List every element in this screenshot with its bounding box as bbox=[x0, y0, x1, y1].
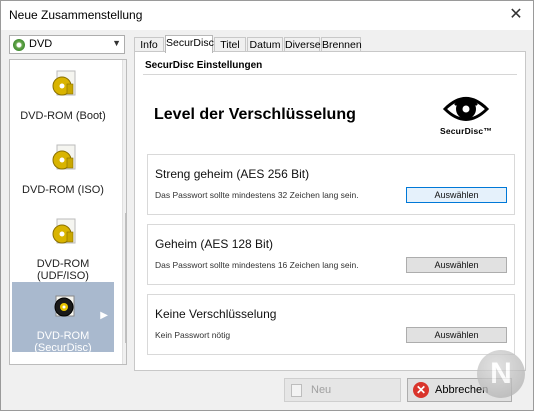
securdisc-logo-text: SecurDisc™ bbox=[439, 126, 493, 136]
disc-icon bbox=[13, 39, 25, 51]
disc-type-value: DVD bbox=[29, 38, 53, 50]
select-button-aes256[interactable]: Auswählen bbox=[406, 187, 507, 203]
project-type-list[interactable]: DVD-ROM (Boot) DVD-ROM (ISO) DVD-ROM (UD… bbox=[9, 59, 127, 365]
option-title: Keine Verschlüsselung bbox=[155, 307, 277, 321]
securdisc-panel: SecurDisc Einstellungen Level der Versch… bbox=[134, 51, 526, 371]
scroll-thumb[interactable] bbox=[125, 213, 126, 343]
list-item-dvd-rom-boot[interactable]: DVD-ROM (Boot) bbox=[12, 68, 114, 138]
divider bbox=[143, 74, 517, 75]
tab-info[interactable]: Info bbox=[134, 37, 164, 52]
scroll-down-icon[interactable]: ▼ bbox=[123, 350, 127, 364]
list-scrollbar[interactable]: ▲ ▼ bbox=[122, 60, 127, 364]
title-bar: Neue Zusammenstellung ✕ bbox=[1, 1, 533, 30]
panel-header: SecurDisc Einstellungen bbox=[145, 60, 263, 71]
list-item-dvd-rom-iso[interactable]: DVD-ROM (ISO) bbox=[12, 142, 114, 212]
list-item-label: DVD-ROM (ISO) bbox=[22, 184, 104, 196]
option-description: Das Passwort sollte mindestens 16 Zeiche… bbox=[155, 260, 359, 270]
window-title: Neue Zusammenstellung bbox=[9, 8, 143, 22]
tab-datum[interactable]: Datum bbox=[247, 37, 283, 52]
dialog-window: Neue Zusammenstellung ✕ DVD ▼ DVD-ROM (B… bbox=[0, 0, 534, 411]
cancel-icon: ✕ bbox=[413, 382, 429, 398]
option-streng-geheim: Streng geheim (AES 256 Bit) Das Passwort… bbox=[147, 154, 515, 215]
option-title: Streng geheim (AES 256 Bit) bbox=[155, 167, 310, 181]
chevron-down-icon: ▼ bbox=[112, 38, 121, 48]
tab-brennen[interactable]: Brennen bbox=[321, 37, 362, 52]
brand-watermark-icon: N bbox=[477, 350, 525, 398]
dvd-iso-icon bbox=[52, 144, 76, 170]
tab-diverse[interactable]: Diverse bbox=[284, 37, 321, 52]
select-button-none[interactable]: Auswählen bbox=[406, 327, 507, 343]
tab-securdisc[interactable]: SecurDisc bbox=[165, 35, 214, 53]
page-title: Level der Verschlüsselung bbox=[154, 106, 356, 123]
disc-type-select[interactable]: DVD ▼ bbox=[9, 35, 125, 54]
list-item-label: DVD-ROM (SecurDisc) bbox=[34, 330, 92, 354]
new-button-label: Neu bbox=[311, 384, 332, 396]
chevron-right-icon: ▶ bbox=[100, 310, 108, 321]
option-geheim: Geheim (AES 128 Bit) Das Passwort sollte… bbox=[147, 224, 515, 285]
list-item-dvd-rom-udf-iso[interactable]: DVD-ROM (UDF/ISO) bbox=[12, 216, 114, 286]
dvd-boot-icon bbox=[52, 70, 76, 96]
new-button[interactable]: Neu bbox=[284, 378, 401, 402]
list-item-dvd-rom-securdisc[interactable]: DVD-ROM (SecurDisc) ▶ bbox=[12, 282, 114, 354]
tab-titel[interactable]: Titel bbox=[214, 37, 246, 52]
option-keine-verschluesselung: Keine Verschlüsselung Kein Passwort nöti… bbox=[147, 294, 515, 355]
select-button-aes128[interactable]: Auswählen bbox=[406, 257, 507, 273]
securdisc-logo-icon bbox=[442, 97, 490, 121]
option-title: Geheim (AES 128 Bit) bbox=[155, 237, 274, 251]
securdisc-logo: SecurDisc™ bbox=[435, 92, 497, 140]
dvd-udf-iso-icon bbox=[52, 218, 76, 244]
list-item-label: DVD-ROM (Boot) bbox=[20, 110, 106, 122]
option-description: Kein Passwort nötig bbox=[155, 330, 231, 340]
option-description: Das Passwort sollte mindestens 32 Zeiche… bbox=[155, 190, 359, 200]
dvd-securdisc-icon bbox=[54, 295, 75, 317]
scroll-up-icon[interactable]: ▲ bbox=[123, 60, 127, 74]
close-icon[interactable]: ✕ bbox=[505, 4, 527, 26]
list-item-label: DVD-ROM (UDF/ISO) bbox=[36, 258, 90, 282]
new-document-icon bbox=[291, 384, 302, 397]
